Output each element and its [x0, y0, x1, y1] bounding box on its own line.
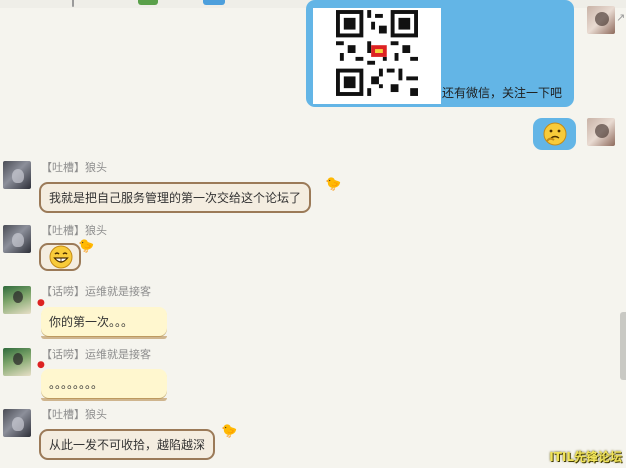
toolbar-separator-icon: [72, 0, 74, 7]
sender-title-tag: 【话唠】: [41, 348, 85, 361]
sender-name[interactable]: 运维就是接客: [85, 285, 151, 298]
sender-line: 【话唠】运维就是接客: [41, 346, 151, 362]
toolbar-image-icon[interactable]: [138, 0, 158, 5]
bubble-deco-icon: 🐤: [78, 239, 95, 254]
message-bubble[interactable]: 你的第一次。。。: [41, 307, 167, 339]
toolbar-file-icon[interactable]: [203, 0, 225, 5]
sender-name[interactable]: 狼头: [85, 408, 107, 421]
message-text: 我就是把自己服务管理的第一次交给这个论坛了: [49, 191, 302, 205]
arrow-up-icon[interactable]: ↗: [616, 11, 625, 24]
sender-title-tag: 【话唠】: [41, 285, 85, 298]
apple-deco-icon: ●: [37, 360, 45, 370]
sender-line: 【吐槽】狼头: [41, 222, 107, 238]
bubble-deco-icon: 🐤: [221, 424, 238, 439]
bubble-deco-icon: 🐤: [325, 177, 342, 192]
wolf-avatar[interactable]: [3, 225, 31, 253]
forum-watermark: ITIL先锋论坛: [549, 450, 622, 464]
scrollbar-thumb[interactable]: [620, 312, 626, 380]
scrollbar[interactable]: [620, 0, 626, 468]
message-bubble[interactable]: 我就是把自己服务管理的第一次交给这个论坛了: [39, 182, 312, 213]
wolf-avatar[interactable]: [3, 409, 31, 437]
yunwei-avatar[interactable]: [3, 348, 31, 376]
sender-line: 【吐槽】狼头: [41, 406, 107, 422]
thinking-face-icon: [543, 122, 567, 146]
yunwei-avatar[interactable]: [3, 286, 31, 314]
message-text: 你的第一次。。。: [49, 315, 134, 329]
sender-title-tag: 【吐槽】: [41, 408, 85, 421]
message-text: 从此一发不可收拾，越陷越深: [49, 438, 206, 452]
sender-name[interactable]: 狼头: [85, 161, 107, 174]
message-bubble[interactable]: 。。。。。。。。: [41, 369, 167, 401]
self-avatar[interactable]: [587, 6, 615, 34]
sender-title-tag: 【吐槽】: [41, 161, 85, 174]
qr-caption: 还有微信，关注一下吧: [442, 86, 563, 100]
message-text: 。。。。。。。。: [49, 377, 104, 391]
apple-deco-icon: ●: [37, 298, 45, 308]
self-avatar[interactable]: [587, 118, 615, 146]
sender-line: 【吐槽】狼头: [41, 159, 107, 175]
wolf-avatar[interactable]: [3, 161, 31, 189]
sender-line: 【话唠】运维就是接客: [41, 283, 151, 299]
wechat-qr-code-icon[interactable]: [336, 10, 418, 96]
message-bubble[interactable]: 从此一发不可收拾，越陷越深: [39, 429, 216, 460]
sender-name[interactable]: 狼头: [85, 224, 107, 237]
sender-name[interactable]: 运维就是接客: [85, 348, 151, 361]
sender-title-tag: 【吐槽】: [41, 224, 85, 237]
grinning-face-icon: [49, 245, 73, 269]
